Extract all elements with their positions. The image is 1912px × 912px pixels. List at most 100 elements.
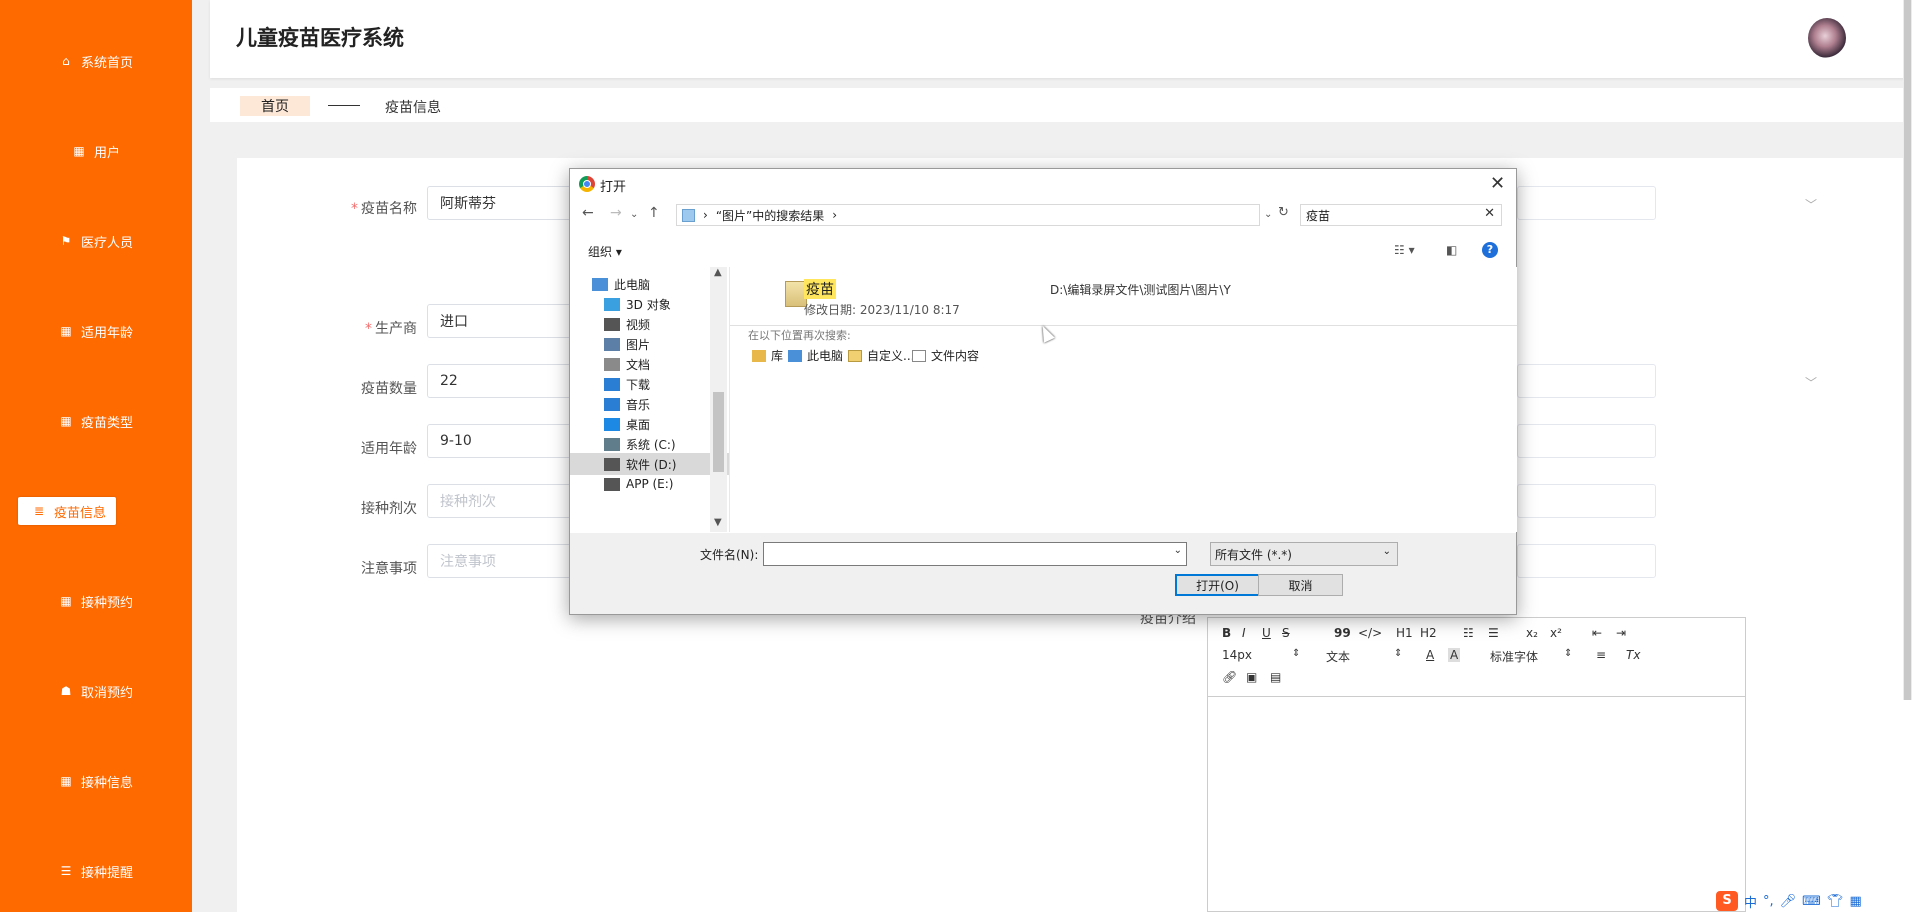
chevron-down-icon[interactable]: ⌄ — [1264, 209, 1272, 220]
clear-icon[interactable]: ✕ — [1484, 206, 1495, 221]
skin-icon[interactable]: 👕︎ — [1827, 894, 1844, 909]
dialog-title: 打开 — [600, 180, 627, 195]
font-size-select[interactable]: 14px — [1222, 648, 1252, 662]
scroll-up-icon[interactable]: ▲ — [714, 267, 722, 278]
tree-item-this-pc[interactable]: 此电脑 — [570, 273, 732, 295]
clear-format-button[interactable]: Tx — [1626, 648, 1640, 662]
text-type-select[interactable]: 文本 — [1326, 648, 1350, 665]
code-button[interactable]: </> — [1358, 626, 1382, 640]
tree-scrollbar[interactable]: ▲ ▼ — [710, 267, 727, 532]
library-icon — [752, 349, 766, 362]
ordered-list-icon[interactable]: ☷ — [1463, 626, 1474, 640]
h1-button[interactable]: H1 — [1396, 626, 1413, 640]
search-input[interactable]: 疫苗 ✕ — [1300, 204, 1502, 226]
refresh-icon[interactable]: ↻ — [1278, 205, 1289, 220]
sidebar-item-vaccine-type[interactable]: ▦ 疫苗类型 — [0, 405, 192, 437]
image-icon[interactable]: ▣ — [1246, 670, 1257, 684]
computer-icon — [592, 277, 608, 291]
sidebar-item-medical-staff[interactable]: ⚑ 医疗人员 — [0, 225, 192, 257]
notes-label: 注意事项 — [361, 561, 417, 577]
active-pill: ≣ 疫苗信息 — [18, 497, 117, 525]
ime-toolbar: S 中 °, 🎤︎ ⌨ 👕︎ ▦ — [1716, 890, 1862, 912]
chevron-down-icon[interactable]: ⌄ — [1174, 545, 1182, 556]
apps-icon[interactable]: ▦ — [1849, 894, 1861, 909]
address-text: “图片”中的搜索结果 — [715, 208, 825, 223]
view-options-icon[interactable]: ☷ ▾ — [1394, 243, 1415, 257]
search-location-this-pc[interactable]: 此电脑 — [788, 347, 843, 364]
sidebar: ⌂ 系统首页 ▦ 用户 ⚑ 医疗人员 ▦ 适用年龄 ▦ 疫苗类型 ≣ 疫苗信息 … — [0, 0, 192, 912]
microphone-icon[interactable]: 🎤︎ — [1780, 894, 1797, 909]
align-icon[interactable]: ≡ — [1596, 648, 1606, 662]
ime-punctuation[interactable]: °, — [1763, 894, 1774, 909]
close-icon[interactable]: ✕ — [1490, 173, 1505, 194]
filename-input[interactable]: ⌄ — [763, 542, 1187, 566]
preview-pane-icon[interactable]: ◧ — [1446, 243, 1457, 257]
avatar[interactable] — [1808, 18, 1846, 58]
filetype-select[interactable]: 所有文件 (*.*) ⌄ — [1210, 542, 1398, 566]
sidebar-item-reminder[interactable]: ☰ 接种提醒 — [0, 855, 192, 887]
form-row-quantity: 疫苗数量 — [237, 370, 417, 406]
form-row-notes: 注意事项 — [237, 550, 417, 586]
forward-icon[interactable]: → — [610, 205, 622, 221]
h2-button[interactable]: H2 — [1420, 626, 1437, 640]
italic-button[interactable]: I — [1242, 626, 1246, 640]
sidebar-item-home[interactable]: ⌂ 系统首页 — [0, 45, 192, 77]
cancel-button[interactable]: 取消 — [1258, 574, 1343, 596]
manufacturer-label: * 生产商 — [365, 321, 417, 337]
download-icon — [604, 377, 620, 391]
strikethrough-button[interactable]: S — [1282, 626, 1290, 640]
ime-language[interactable]: 中 — [1744, 892, 1757, 911]
font-color-button[interactable]: A — [1426, 648, 1434, 662]
sidebar-item-users[interactable]: ▦ 用户 — [0, 135, 192, 167]
page-scrollbar[interactable] — [1903, 0, 1912, 700]
superscript-button[interactable]: x² — [1550, 626, 1562, 640]
bold-button[interactable]: B — [1222, 626, 1231, 640]
search-location-file-content[interactable]: 文件内容 — [912, 347, 979, 364]
scroll-down-icon[interactable]: ▼ — [714, 517, 722, 528]
sidebar-item-label: 疫苗类型 — [80, 415, 133, 431]
right-input-4[interactable] — [1517, 484, 1656, 518]
address-bar[interactable]: › “图片”中的搜索结果 › — [676, 204, 1260, 226]
font-family-select[interactable]: 标准字体 — [1490, 648, 1538, 665]
link-icon[interactable]: 🔗︎ — [1222, 670, 1237, 684]
sidebar-item-cancel-appointment[interactable]: ☗ 取消预约 — [0, 675, 192, 707]
back-icon[interactable]: ← — [582, 205, 594, 221]
result-file-name[interactable]: 疫苗 — [804, 279, 836, 299]
right-input-5[interactable] — [1517, 544, 1656, 578]
quote-button[interactable]: 99 — [1334, 626, 1351, 640]
grid-icon: ▦ — [60, 774, 72, 788]
subscript-button[interactable]: x₂ — [1526, 626, 1538, 640]
vaccine-name-label: * 疫苗名称 — [351, 201, 417, 217]
right-input-3[interactable] — [1517, 424, 1656, 458]
updown-icon: ⇕ — [1564, 648, 1573, 659]
navigation-tree: 此电脑 3D 对象 视频 图片 文档 下载 音乐 桌面 系统 (C:) 软件 (… — [570, 267, 744, 532]
sidebar-item-appointment[interactable]: ▦ 接种预约 — [0, 585, 192, 617]
outdent-icon[interactable]: ⇤ — [1592, 626, 1602, 640]
open-button[interactable]: 打开(O) — [1175, 574, 1260, 596]
keyboard-icon[interactable]: ⌨ — [1802, 894, 1821, 909]
sidebar-item-vaccination-info[interactable]: ▦ 接种信息 — [0, 765, 192, 797]
rich-text-editor[interactable]: B I U S 99 </> H1 H2 ☷ ☰ x₂ x² ⇤ ⇥ 14px … — [1207, 617, 1746, 912]
sidebar-item-age[interactable]: ▦ 适用年龄 — [0, 315, 192, 347]
video-icon[interactable]: ▤ — [1270, 670, 1281, 684]
chevron-down-icon[interactable]: ⌄ — [630, 209, 638, 220]
bullet-list-icon[interactable]: ☰ — [1488, 626, 1499, 640]
breadcrumb-home[interactable]: 首页 — [240, 96, 310, 116]
search-location-custom[interactable]: 自定义... — [848, 347, 914, 364]
organize-button[interactable]: 组织 ▾ — [588, 243, 622, 260]
scroll-thumb[interactable] — [1904, 0, 1911, 700]
sidebar-item-vaccine-info[interactable]: ≣ 疫苗信息 — [0, 495, 192, 527]
help-icon[interactable]: ? — [1482, 242, 1498, 258]
right-select-1[interactable] — [1517, 186, 1656, 220]
underline-button[interactable]: U — [1262, 626, 1271, 640]
chevron-right-icon: › — [832, 208, 838, 222]
up-icon[interactable]: ↑ — [648, 205, 660, 221]
indent-icon[interactable]: ⇥ — [1616, 626, 1626, 640]
right-select-2[interactable] — [1517, 364, 1656, 398]
background-color-button[interactable]: A — [1448, 648, 1461, 662]
scroll-thumb[interactable] — [713, 392, 724, 472]
search-location-library[interactable]: 库 — [752, 347, 783, 364]
ime-logo[interactable]: S — [1716, 891, 1738, 911]
sidebar-item-label: 取消预约 — [80, 685, 133, 701]
dose-label: 接种剂次 — [361, 501, 417, 517]
